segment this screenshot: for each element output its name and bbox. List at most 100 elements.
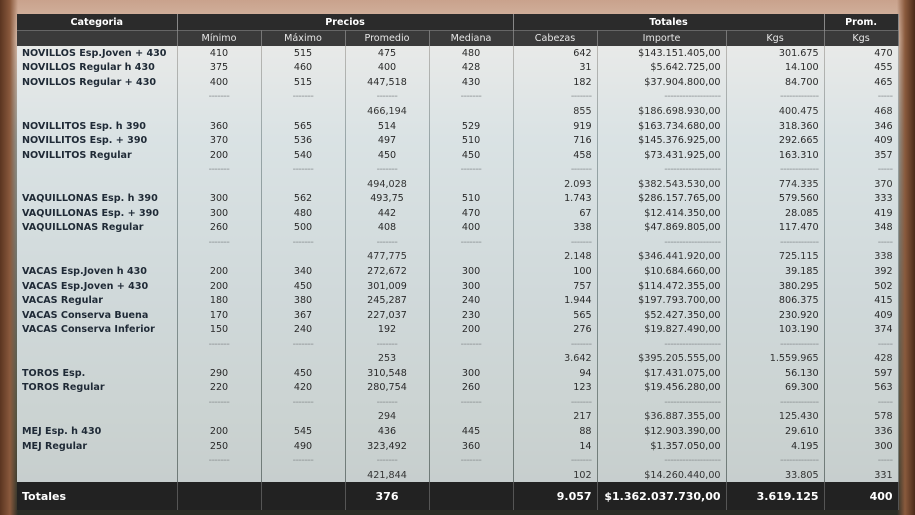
cell-mediana — [429, 467, 514, 483]
totals-row: Totales 376 9.057 $1.362.037.730,00 3.61… — [17, 482, 899, 511]
cell-promedio: ------- — [345, 336, 430, 352]
subtotal-row: 466,194 855 $186.698.930,00 400.475 468 — [17, 104, 899, 119]
table-row: NOVILLITOS Esp. + 390 370 536 497 510 716 $145… — [17, 133, 899, 148]
cell-promedio: ------- — [345, 235, 430, 250]
cell-kgs-prom: 346 — [824, 118, 899, 134]
cell-kgs-prom: 409 — [824, 307, 899, 323]
cell-mediana: 510 — [429, 133, 514, 148]
header-cabezas: Cabezas — [513, 30, 598, 46]
cell-importe: $12.903.390,00 — [597, 424, 727, 439]
cell-kgs: 39.185 — [726, 264, 825, 279]
table-row: NOVILLITOS Esp. h 390 360 565 514 529 919 $163… — [17, 118, 899, 134]
cell-kgs: 318.360 — [726, 118, 825, 134]
cell-promedio: 323,492 — [345, 438, 430, 454]
cell-mediana: 230 — [429, 307, 514, 323]
cell-kgs: ------------- — [726, 235, 825, 250]
cell-promedio: 301,009 — [345, 278, 430, 294]
cell-importe: ------------------- — [597, 336, 727, 352]
cell-cabezas: ------- — [513, 89, 598, 105]
cell-maximo: 450 — [261, 278, 346, 294]
cell-kgs: 230.920 — [726, 307, 825, 323]
subtotal-row: 294 217 $36.887.355,00 125.430 578 — [17, 409, 899, 425]
cell-mediana: 200 — [429, 322, 514, 337]
cell-cabezas: 31 — [513, 60, 598, 76]
cell-importe: $73.431.925,00 — [597, 147, 727, 163]
cell-mediana — [429, 176, 514, 192]
cell-maximo: ------- — [261, 89, 346, 105]
cell-maximo: 515 — [261, 46, 346, 61]
cell-kgs: 301.675 — [726, 46, 825, 61]
cell-name — [17, 89, 178, 105]
cell-minimo: 150 — [177, 322, 262, 337]
cell-importe: $186.698.930,00 — [597, 104, 727, 119]
cell-name: VACAS Conserva Inferior — [17, 322, 178, 337]
cell-kgs: 774.335 — [726, 176, 825, 192]
cell-mediana: 360 — [429, 438, 514, 454]
cell-minimo — [177, 409, 262, 425]
cell-importe: ------------------- — [597, 453, 727, 468]
cell-minimo — [177, 351, 262, 367]
cell-importe: $19.827.490,00 — [597, 322, 727, 337]
cell-maximo: ------- — [261, 162, 346, 177]
cell-maximo: 500 — [261, 220, 346, 236]
cell-minimo — [177, 176, 262, 192]
cell-promedio: 294 — [345, 409, 430, 425]
table-row: VACAS Esp.Joven h 430 200 340 272,672 300 100… — [17, 264, 899, 279]
cell-promedio: 514 — [345, 118, 430, 134]
cell-kgs: 56.130 — [726, 366, 825, 381]
cell-maximo: 340 — [261, 264, 346, 279]
cell-kgs-prom: 597 — [824, 366, 899, 381]
cell-minimo: 260 — [177, 220, 262, 236]
cell-minimo: 220 — [177, 380, 262, 396]
separator-row: ------- ------- ------- ------- ------- -----… — [17, 162, 899, 177]
cell-minimo: ------- — [177, 395, 262, 410]
cell-kgs-prom: 331 — [824, 467, 899, 483]
cell-mediana: 445 — [429, 424, 514, 439]
cell-maximo — [261, 409, 346, 425]
cell-kgs-prom: 419 — [824, 206, 899, 221]
cell-kgs-prom: 502 — [824, 278, 899, 294]
cell-importe: $286.157.765,00 — [597, 191, 727, 207]
cell-mediana: 300 — [429, 366, 514, 381]
cell-maximo: 545 — [261, 424, 346, 439]
cell-maximo: ------- — [261, 453, 346, 468]
cell-promedio: 245,287 — [345, 293, 430, 308]
cell-minimo: 375 — [177, 60, 262, 76]
table-row: VAQUILLONAS Regular 260 500 408 400 338 $47.86… — [17, 220, 899, 236]
cell-promedio: 272,672 — [345, 264, 430, 279]
cell-cabezas: 217 — [513, 409, 598, 425]
subtotal-row: 253 3.642 $395.205.555,00 1.559.965 428 — [17, 351, 899, 367]
cell-kgs: ------------- — [726, 336, 825, 352]
cell-kgs-prom: 470 — [824, 46, 899, 61]
cell-importe: $5.642.725,00 — [597, 60, 727, 76]
cell-kgs: 4.195 — [726, 438, 825, 454]
cell-minimo: ------- — [177, 89, 262, 105]
cell-maximo: 565 — [261, 118, 346, 134]
cell-kgs-prom: ----- — [824, 336, 899, 352]
cell-name — [17, 235, 178, 250]
cell-importe: $17.431.075,00 — [597, 366, 727, 381]
cell-name — [17, 336, 178, 352]
cell-maximo: 380 — [261, 293, 346, 308]
header-column-row: Mínimo Máximo Promedio Mediana Cabezas I… — [17, 30, 899, 46]
table-row: VAQUILLONAS Esp. + 390 300 480 442 470 67 $12.… — [17, 206, 899, 221]
cell-kgs-prom: 392 — [824, 264, 899, 279]
cell-cabezas: ------- — [513, 336, 598, 352]
cell-kgs-prom: 348 — [824, 220, 899, 236]
cell-kgs: ------------- — [726, 162, 825, 177]
totals-label: Totales — [17, 482, 178, 511]
header-kgs: Kgs — [726, 30, 825, 46]
cell-importe: $52.427.350,00 — [597, 307, 727, 323]
cell-kgs: ------------- — [726, 89, 825, 105]
cell-cabezas: 94 — [513, 366, 598, 381]
cell-kgs: 579.560 — [726, 191, 825, 207]
cell-name: NOVILLITOS Esp. + 390 — [17, 133, 178, 148]
cell-name: NOVILLOS Esp.Joven + 430 — [17, 46, 178, 61]
cell-maximo: 536 — [261, 133, 346, 148]
cell-cabezas: 3.642 — [513, 351, 598, 367]
cell-maximo: 515 — [261, 75, 346, 90]
cell-kgs-prom: 465 — [824, 75, 899, 90]
cell-mediana: ------- — [429, 395, 514, 410]
cell-kgs-prom: 333 — [824, 191, 899, 207]
cell-kgs: 84.700 — [726, 75, 825, 90]
